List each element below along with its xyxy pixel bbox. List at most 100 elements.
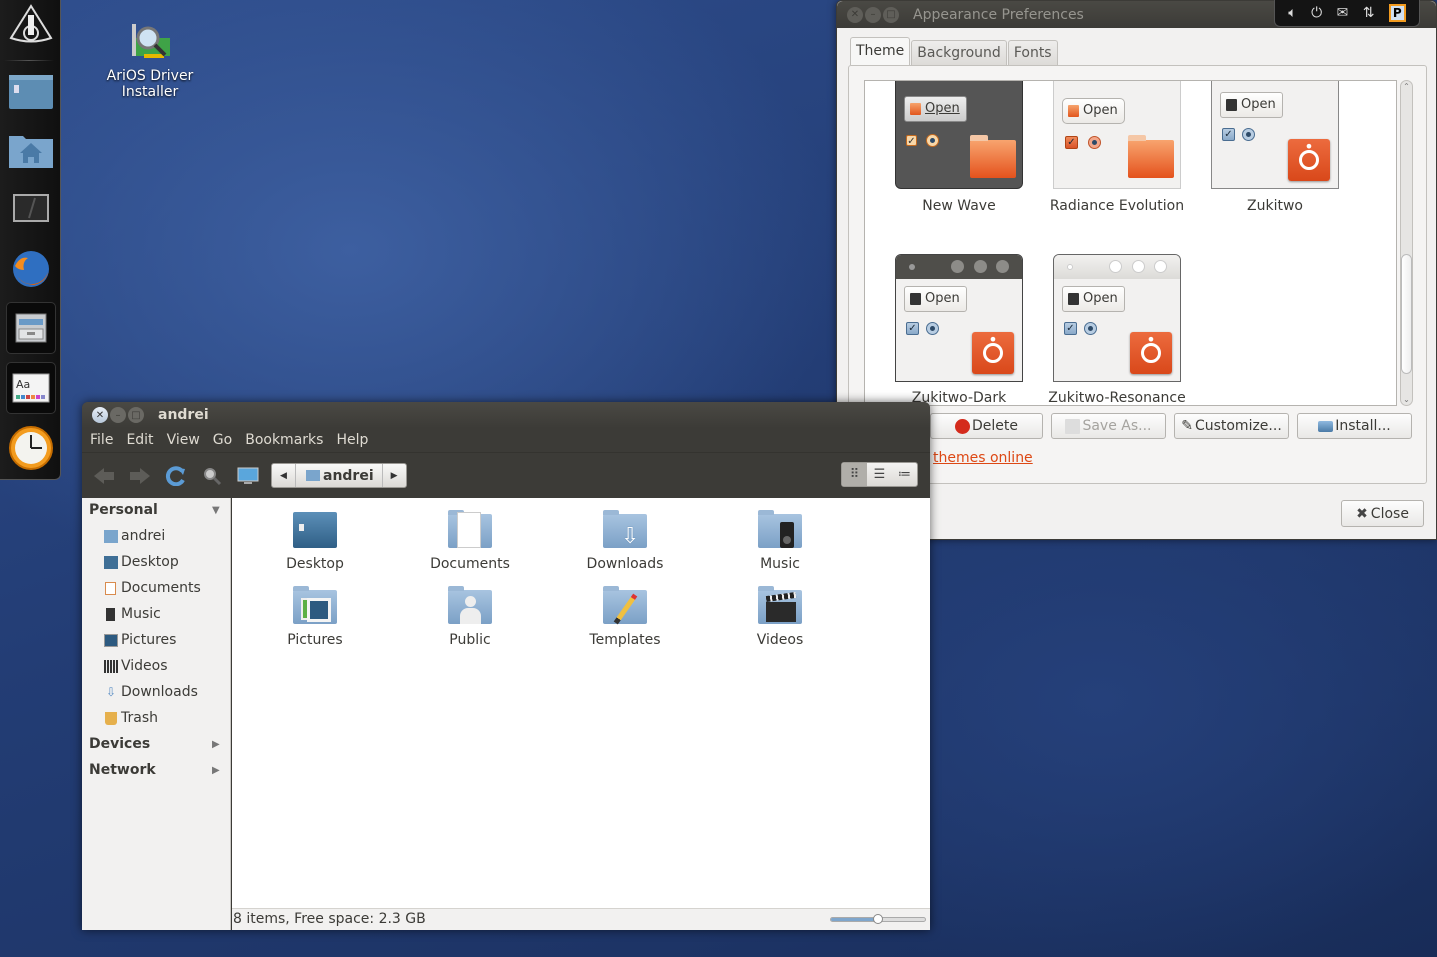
get-more-themes-online-link[interactable]: themes online [933, 450, 1033, 466]
window-title: Appearance Preferences [913, 6, 1084, 23]
dock-item-arios-logo[interactable] [6, 0, 56, 52]
dock-item-clock[interactable] [6, 422, 56, 474]
templates-folder-icon [601, 586, 649, 626]
sidebar-item-desktop[interactable]: Desktop [104, 554, 179, 570]
customize-button[interactable]: ✎ Customize... [1174, 413, 1289, 439]
dock-item-appearance[interactable]: Aa [6, 362, 56, 414]
theme-item-zukitwo[interactable]: Open ✓ Zukitwo [1196, 81, 1354, 214]
sidebar-section-personal[interactable]: Personal [89, 502, 158, 518]
expand-triangle-icon[interactable]: ▶ [212, 765, 220, 776]
file-item-desktop[interactable]: Desktop [255, 510, 375, 572]
scroll-down-arrow[interactable]: ⌄ [1401, 395, 1412, 404]
sidebar-item-music[interactable]: Music [104, 606, 161, 622]
theme-item-radiance-evolution[interactable]: Open ✓ Radiance Evolution [1038, 81, 1196, 214]
zoom-slider-knob[interactable] [873, 914, 883, 924]
menu-file[interactable]: File [90, 432, 113, 448]
dock-item-firefox[interactable] [6, 243, 56, 295]
file-item-pictures[interactable]: Pictures [255, 586, 375, 648]
file-item-public[interactable]: Public [410, 586, 530, 648]
dock-item-file-cabinet[interactable] [6, 302, 56, 354]
theme-item-new-wave[interactable]: Open ✓ New Wave [880, 81, 1038, 214]
delete-button[interactable]: Delete [930, 413, 1043, 439]
scroll-up-arrow[interactable]: ⌃ [1401, 82, 1412, 91]
dock-item-home-folder[interactable] [6, 124, 56, 176]
close-window-button[interactable]: ✕ [847, 6, 863, 23]
file-view[interactable]: Desktop Documents ⇩ Downloads Music Pict… [232, 498, 930, 908]
sidebar-item-videos[interactable]: Videos [104, 658, 168, 674]
close-icon: ✖ [1356, 505, 1368, 522]
file-item-videos[interactable]: Videos [720, 586, 840, 648]
trash-icon [1068, 293, 1079, 305]
sidebar-item-pictures[interactable]: Pictures [104, 632, 176, 648]
menu-go[interactable]: Go [213, 432, 232, 448]
file-item-music[interactable]: Music [720, 510, 840, 572]
sidebar-section-network[interactable]: Network [89, 762, 156, 778]
volume-icon[interactable]: 🔈︎ [1288, 5, 1296, 21]
menu-edit[interactable]: Edit [126, 432, 153, 448]
clock-icon [9, 426, 53, 470]
clipboard-icon[interactable]: P [1388, 4, 1406, 22]
breadcrumb-left-arrow[interactable]: ◀ [272, 464, 295, 487]
dock-item-terminal[interactable] [6, 182, 56, 234]
minimize-window-button[interactable]: – [865, 6, 881, 23]
list-view-button[interactable]: ☰ [867, 463, 892, 486]
theme-item-zukitwo-dark[interactable]: Open ✓ Zukitwo-Dark [880, 254, 1038, 405]
menu-bookmarks[interactable]: Bookmarks [245, 432, 323, 448]
maximize-window-button[interactable]: □ [883, 6, 899, 23]
file-label: Music [760, 556, 800, 572]
close-window-button[interactable]: ✕ [92, 407, 108, 423]
save-as-button[interactable]: Save As... [1051, 413, 1166, 439]
collapse-triangle-icon[interactable]: ▼ [212, 505, 220, 516]
menu-view[interactable]: View [167, 432, 200, 448]
maximize-window-button[interactable]: □ [128, 407, 144, 423]
preview-checkbox: ✓ [906, 322, 919, 335]
breadcrumb-home[interactable]: andrei [295, 464, 383, 487]
orange-folder-icon [1128, 135, 1174, 178]
trash-icon [1226, 99, 1237, 111]
theme-list[interactable]: Open ✓ New Wave Open ✓ Radiance Evolutio… [864, 80, 1397, 406]
tab-theme[interactable]: Theme [850, 37, 911, 65]
scrollbar-thumb[interactable] [1401, 254, 1412, 374]
theme-list-scrollbar[interactable]: ⌃ ⌄ [1400, 80, 1413, 406]
public-folder-icon [446, 586, 494, 626]
file-item-templates[interactable]: Templates [565, 586, 685, 648]
expand-triangle-icon[interactable]: ▶ [212, 739, 220, 750]
breadcrumb-right-arrow[interactable]: ▶ [383, 464, 406, 487]
tab-background[interactable]: Background [911, 40, 1007, 65]
power-icon[interactable]: ⏻ [1311, 5, 1322, 21]
sidebar-section-devices[interactable]: Devices [89, 736, 150, 752]
file-label: Pictures [287, 632, 343, 648]
computer-icon[interactable] [236, 466, 260, 486]
menu-help[interactable]: Help [336, 432, 368, 448]
file-item-documents[interactable]: Documents [410, 510, 530, 572]
theme-item-zukitwo-resonance[interactable]: Open ✓ Zukitwo-Resonance [1038, 254, 1196, 405]
preview-checkbox: ✓ [1222, 128, 1235, 141]
icon-view-button[interactable]: ⠿ [842, 463, 867, 486]
preview-titlebar [896, 255, 1022, 279]
compact-view-button[interactable]: ≔ [892, 463, 917, 486]
desktop-icon-driver-installer[interactable]: AriOS Driver Installer [100, 20, 200, 100]
workspace-icon [9, 75, 53, 109]
tab-fonts[interactable]: Fonts [1007, 40, 1058, 65]
reload-icon[interactable] [164, 466, 188, 486]
sidebar-item-trash[interactable]: Trash [104, 710, 158, 726]
forward-arrow-icon[interactable] [128, 466, 152, 486]
install-button[interactable]: Install... [1297, 413, 1412, 439]
network-icon[interactable]: ⇅ [1363, 5, 1375, 21]
delete-icon [955, 418, 970, 434]
mail-icon[interactable]: ✉ [1337, 5, 1349, 21]
minimize-window-button[interactable]: – [110, 407, 126, 423]
sidebar-item-documents[interactable]: Documents [104, 580, 201, 596]
file-item-downloads[interactable]: ⇩ Downloads [565, 510, 685, 572]
search-icon[interactable] [201, 466, 225, 486]
home-folder-icon [9, 136, 53, 168]
svg-text:Aa: Aa [16, 378, 30, 391]
sidebar-item-andrei[interactable]: andrei [104, 528, 165, 544]
close-button[interactable]: ✖ Close [1341, 500, 1424, 527]
zoom-slider[interactable] [830, 914, 926, 924]
dock-item-workspace[interactable] [6, 66, 56, 118]
back-arrow-icon[interactable] [92, 466, 116, 486]
file-manager-titlebar[interactable]: ✕ – □ andrei [82, 402, 930, 428]
trash-icon [105, 711, 117, 725]
sidebar-item-downloads[interactable]: ⇩ Downloads [104, 684, 198, 700]
